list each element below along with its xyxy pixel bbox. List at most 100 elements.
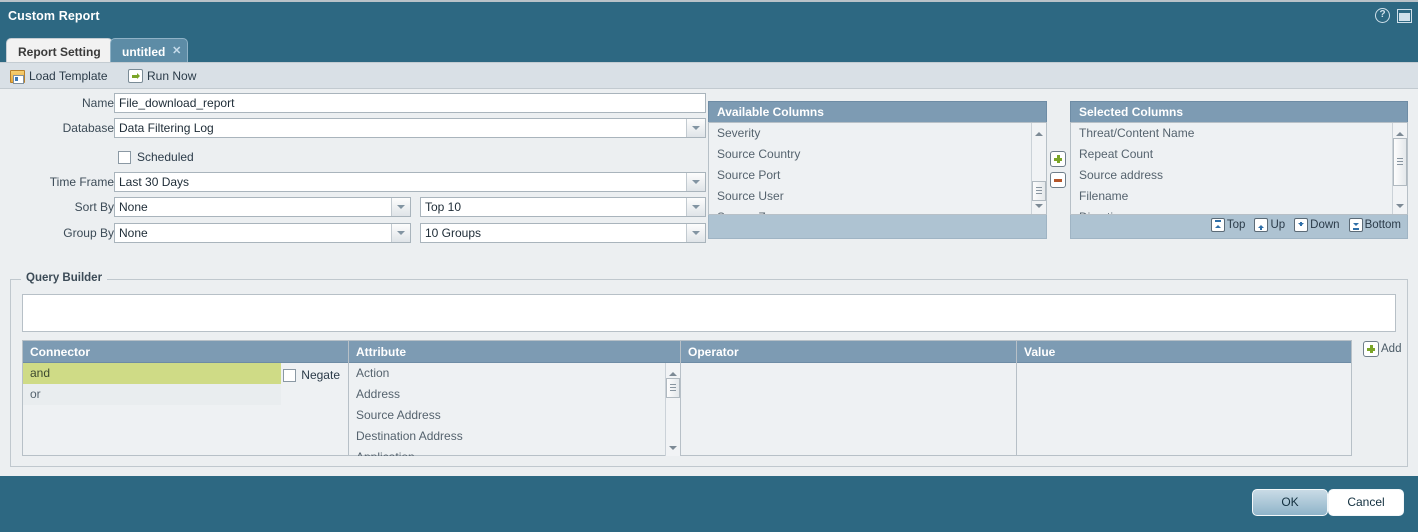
title-bar: Custom Report ? <box>0 0 1418 32</box>
sort-by-select-value: None <box>119 200 148 214</box>
selected-columns-title: Selected Columns <box>1070 101 1408 122</box>
sort-by-select[interactable]: None <box>114 197 411 217</box>
chevron-down-icon[interactable] <box>391 198 410 216</box>
value-list[interactable] <box>1017 363 1351 456</box>
list-item[interactable]: Source Port <box>709 165 1046 186</box>
column-header-connector: Connector <box>23 341 348 363</box>
close-icon[interactable]: ✕ <box>172 42 181 60</box>
chevron-down-icon[interactable] <box>391 224 410 242</box>
arrow-right-icon <box>128 69 143 83</box>
query-column-connector: Connector and or Negate <box>23 341 349 455</box>
move-to-top-button[interactable]: Top <box>1210 218 1246 232</box>
sort-by-label: Sort By <box>74 200 114 214</box>
name-input[interactable] <box>114 93 706 113</box>
list-item[interactable]: Source Address <box>349 405 680 426</box>
attribute-list-scrollbar[interactable] <box>665 363 680 456</box>
help-circle-icon[interactable]: ? <box>1375 8 1390 23</box>
available-columns-list[interactable]: Severity Source Country Source Port Sour… <box>708 122 1047 215</box>
list-item[interactable]: Action <box>349 363 680 384</box>
scroll-thumb[interactable] <box>666 378 680 398</box>
move-to-top-icon <box>1210 218 1225 232</box>
column-header-attribute: Attribute <box>349 341 680 363</box>
move-down-button[interactable]: Down <box>1294 218 1340 232</box>
move-to-top-label: Top <box>1226 219 1246 231</box>
move-down-icon <box>1294 218 1309 232</box>
ok-button[interactable]: OK <box>1252 489 1328 516</box>
sort-by-count-select[interactable]: Top 10 <box>420 197 706 217</box>
run-now-button[interactable]: Run Now <box>128 67 196 85</box>
query-column-operator: Operator <box>681 341 1017 455</box>
chevron-down-icon[interactable] <box>686 224 705 242</box>
form-row-database: Database Data Filtering Log <box>0 118 706 138</box>
form-row-group-by: Group By None 10 Groups <box>0 223 706 243</box>
chevron-down-icon[interactable] <box>686 198 705 216</box>
available-columns-scrollbar[interactable] <box>1031 123 1046 214</box>
cancel-button[interactable]: Cancel <box>1328 489 1404 516</box>
restore-window-icon[interactable] <box>1397 8 1412 23</box>
attribute-list[interactable]: Action Address Source Address Destinatio… <box>349 363 680 456</box>
connector-list[interactable]: and or Negate <box>23 363 348 456</box>
list-item[interactable]: or <box>23 384 281 405</box>
query-column-attribute: Attribute Action Address Source Address … <box>349 341 681 456</box>
list-item[interactable]: Application <box>349 447 680 456</box>
database-select[interactable]: Data Filtering Log <box>114 118 706 138</box>
negate-label: Negate <box>301 368 340 382</box>
scroll-up-icon[interactable] <box>1032 123 1046 137</box>
list-item[interactable]: Filename <box>1071 186 1407 207</box>
database-label: Database <box>62 121 114 135</box>
scheduled-checkbox[interactable] <box>118 150 131 164</box>
move-to-bottom-button[interactable]: Bottom <box>1348 218 1401 232</box>
add-row-icon <box>1363 341 1379 357</box>
operator-list[interactable] <box>681 363 1016 456</box>
column-header-operator: Operator <box>681 341 1016 363</box>
selected-columns-scrollbar[interactable] <box>1392 123 1407 214</box>
report-form: Name Database Data Filtering Log Schedul… <box>0 93 706 273</box>
group-by-select[interactable]: None <box>114 223 411 243</box>
scheduled-checkbox-group[interactable]: Scheduled <box>118 147 194 167</box>
scroll-thumb[interactable] <box>1393 138 1407 186</box>
group-by-select-value: None <box>119 226 148 240</box>
time-frame-select[interactable]: Last 30 Days <box>114 172 706 192</box>
tab-report-setting[interactable]: Report Setting <box>6 38 113 62</box>
query-builder-grid: Connector and or Negate Attribute Action… <box>22 340 1352 456</box>
list-item[interactable]: Address <box>349 384 680 405</box>
scroll-down-icon[interactable] <box>666 442 680 456</box>
scroll-down-icon[interactable] <box>1032 200 1046 214</box>
add-row-button[interactable]: Add <box>1363 341 1401 357</box>
move-up-label: Up <box>1270 219 1286 231</box>
remove-column-icon[interactable] <box>1050 172 1066 188</box>
list-item[interactable]: Source address <box>1071 165 1407 186</box>
scroll-up-icon[interactable] <box>1393 123 1407 137</box>
move-up-icon <box>1254 218 1269 232</box>
order-buttons: Top Up Down Bottom <box>1210 218 1401 232</box>
list-item[interactable]: and <box>23 363 281 384</box>
query-expression-input[interactable] <box>22 294 1396 332</box>
time-frame-select-value: Last 30 Days <box>119 175 190 189</box>
chevron-down-icon[interactable] <box>686 119 705 137</box>
list-item[interactable]: Source Country <box>709 144 1046 165</box>
load-template-label: Load Template <box>29 69 108 83</box>
list-item[interactable]: Source Zone <box>709 207 1046 214</box>
negate-checkbox[interactable] <box>283 368 297 382</box>
selected-columns-list[interactable]: Threat/Content Name Repeat Count Source … <box>1070 122 1408 215</box>
tab-untitled[interactable]: untitled ✕ <box>110 38 189 62</box>
list-item[interactable]: Direction <box>1071 207 1407 214</box>
column-header-value: Value <box>1017 341 1351 363</box>
list-item[interactable]: Threat/Content Name <box>1071 123 1407 144</box>
list-item[interactable]: Severity <box>709 123 1046 144</box>
group-by-count-select[interactable]: 10 Groups <box>420 223 706 243</box>
group-by-count-value: 10 Groups <box>425 226 482 240</box>
load-template-button[interactable]: Load Template <box>10 67 108 85</box>
list-item[interactable]: Source User <box>709 186 1046 207</box>
chevron-down-icon[interactable] <box>686 173 705 191</box>
list-item[interactable]: Destination Address <box>349 426 680 447</box>
add-column-icon[interactable] <box>1050 151 1066 167</box>
move-up-button[interactable]: Up <box>1254 218 1285 232</box>
scroll-down-icon[interactable] <box>1393 200 1407 214</box>
scroll-up-icon[interactable] <box>666 363 680 377</box>
folder-report-icon <box>10 69 25 84</box>
negate-checkbox-group[interactable]: Negate <box>283 368 340 382</box>
database-select-value: Data Filtering Log <box>119 121 214 135</box>
list-item[interactable]: Repeat Count <box>1071 144 1407 165</box>
scroll-thumb[interactable] <box>1032 181 1046 201</box>
